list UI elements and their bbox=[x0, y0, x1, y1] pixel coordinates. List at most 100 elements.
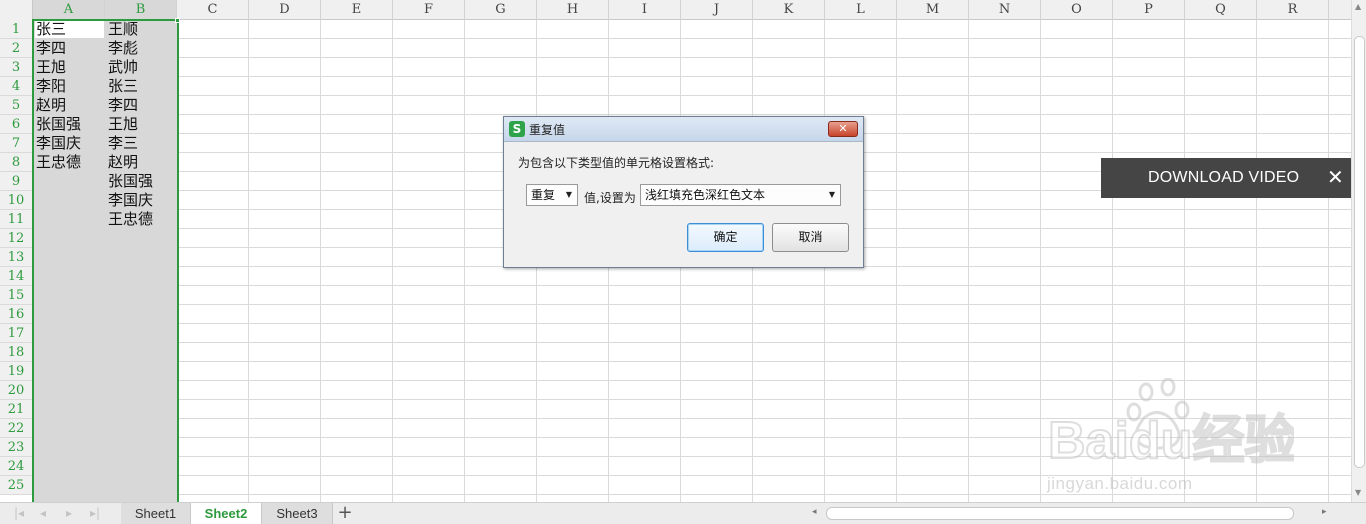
row-header-10[interactable]: 10 bbox=[0, 191, 33, 210]
cell-b9[interactable]: 张国强 bbox=[105, 172, 175, 191]
cell-b11[interactable]: 王忠德 bbox=[105, 210, 175, 229]
tab-sheet2[interactable]: Sheet2 bbox=[191, 503, 262, 524]
first-sheet-icon[interactable]: |◂ bbox=[14, 506, 24, 520]
cell-b10[interactable]: 李国庆 bbox=[105, 191, 175, 210]
cell-b3[interactable]: 武帅 bbox=[105, 58, 175, 77]
row-header-15[interactable]: 15 bbox=[0, 286, 33, 305]
row-header-22[interactable]: 22 bbox=[0, 419, 33, 438]
row-header-21[interactable]: 21 bbox=[0, 400, 33, 419]
tab-sheet1[interactable]: Sheet1 bbox=[121, 503, 191, 524]
cell-a1[interactable]: 张三 bbox=[33, 20, 103, 39]
sheet-tab-bar: |◂ ◂ ▸ ▸| Sheet1 Sheet2 Sheet3 + ◂ ▸ bbox=[0, 502, 1366, 524]
row-header-9[interactable]: 9 bbox=[0, 172, 33, 191]
prev-sheet-icon[interactable]: ◂ bbox=[40, 506, 46, 520]
cell-a6[interactable]: 张国强 bbox=[33, 115, 103, 134]
close-icon[interactable]: ✕ bbox=[1327, 166, 1344, 188]
column-header-m[interactable]: M bbox=[897, 0, 969, 20]
cell-a7[interactable]: 李国庆 bbox=[33, 134, 103, 153]
value-type-dropdown[interactable]: 重复 ▼ bbox=[526, 184, 578, 206]
cell-b7[interactable]: 李三 bbox=[105, 134, 175, 153]
row-gridline bbox=[33, 304, 1351, 305]
baidu-logo: Baidu经验 bbox=[1047, 377, 1297, 471]
row-header-16[interactable]: 16 bbox=[0, 305, 33, 324]
column-header-p[interactable]: P bbox=[1113, 0, 1185, 20]
row-header-13[interactable]: 13 bbox=[0, 248, 33, 267]
row-header-7[interactable]: 7 bbox=[0, 134, 33, 153]
row-header-14[interactable]: 14 bbox=[0, 267, 33, 286]
row-header-5[interactable]: 5 bbox=[0, 96, 33, 115]
column-header-k[interactable]: K bbox=[753, 0, 825, 20]
column-header-q[interactable]: Q bbox=[1185, 0, 1257, 20]
row-header-19[interactable]: 19 bbox=[0, 362, 33, 381]
row-gridline bbox=[33, 285, 1351, 286]
add-sheet-button[interactable]: + bbox=[337, 504, 353, 522]
row-header-25[interactable]: 25 bbox=[0, 476, 33, 495]
column-header-a[interactable]: A bbox=[33, 0, 105, 20]
column-header-h[interactable]: H bbox=[537, 0, 609, 20]
tab-sheet3[interactable]: Sheet3 bbox=[262, 503, 333, 524]
column-header-c[interactable]: C bbox=[177, 0, 249, 20]
cell-b4[interactable]: 张三 bbox=[105, 77, 175, 96]
column-gridline bbox=[464, 20, 465, 502]
horizontal-scrollbar[interactable]: ◂ ▸ bbox=[808, 506, 1338, 521]
column-header-d[interactable]: D bbox=[249, 0, 321, 20]
column-header-b[interactable]: B bbox=[105, 0, 177, 20]
dialog-close-button[interactable]: ✕ bbox=[828, 121, 858, 137]
dialog-title: 重复值 bbox=[529, 123, 566, 137]
dialog-title-bar[interactable]: S 重复值 ✕ bbox=[504, 117, 863, 142]
column-header-l[interactable]: L bbox=[825, 0, 897, 20]
cell-b8[interactable]: 赵明 bbox=[105, 153, 175, 172]
row-gridline bbox=[33, 114, 1351, 115]
cancel-button[interactable]: 取消 bbox=[772, 223, 849, 252]
vertical-scroll-thumb[interactable] bbox=[1354, 36, 1365, 468]
row-header-12[interactable]: 12 bbox=[0, 229, 33, 248]
ok-button[interactable]: 确定 bbox=[687, 223, 764, 252]
cell-a4[interactable]: 李阳 bbox=[33, 77, 103, 96]
column-gridline bbox=[392, 20, 393, 502]
format-dropdown[interactable]: 浅红填充色深红色文本 ▼ bbox=[640, 184, 841, 206]
column-gridline bbox=[248, 20, 249, 502]
download-video-label[interactable]: DOWNLOAD VIDEO bbox=[1148, 169, 1299, 187]
row-header-17[interactable]: 17 bbox=[0, 324, 33, 343]
row-header-6[interactable]: 6 bbox=[0, 115, 33, 134]
column-header-i[interactable]: I bbox=[609, 0, 681, 20]
column-header-o[interactable]: O bbox=[1041, 0, 1113, 20]
row-header-24[interactable]: 24 bbox=[0, 457, 33, 476]
column-header-n[interactable]: N bbox=[969, 0, 1041, 20]
row-header-3[interactable]: 3 bbox=[0, 58, 33, 77]
row-header-1[interactable]: 1 bbox=[0, 20, 33, 39]
fill-handle[interactable] bbox=[175, 18, 180, 23]
cell-b1[interactable]: 王顺 bbox=[105, 20, 175, 39]
cell-b2[interactable]: 李彪 bbox=[105, 39, 175, 58]
column-gridline bbox=[896, 20, 897, 502]
next-sheet-icon[interactable]: ▸ bbox=[66, 506, 72, 520]
row-header-4[interactable]: 4 bbox=[0, 77, 33, 96]
scroll-up-icon[interactable]: ▲ bbox=[1355, 2, 1361, 11]
row-gridline bbox=[33, 38, 1351, 39]
row-header-8[interactable]: 8 bbox=[0, 153, 33, 172]
row-header-18[interactable]: 18 bbox=[0, 343, 33, 362]
row-header-11[interactable]: 11 bbox=[0, 210, 33, 229]
column-header-f[interactable]: F bbox=[393, 0, 465, 20]
select-all-corner[interactable] bbox=[0, 0, 33, 20]
cell-a2[interactable]: 李四 bbox=[33, 39, 103, 58]
cell-b5[interactable]: 李四 bbox=[105, 96, 175, 115]
cell-b6[interactable]: 王旭 bbox=[105, 115, 175, 134]
row-header-20[interactable]: 20 bbox=[0, 381, 33, 400]
cell-a3[interactable]: 王旭 bbox=[33, 58, 103, 77]
column-header-j[interactable]: J bbox=[681, 0, 753, 20]
cell-a8[interactable]: 王忠德 bbox=[33, 153, 103, 172]
horizontal-scroll-thumb[interactable] bbox=[826, 507, 1294, 520]
last-sheet-icon[interactable]: ▸| bbox=[90, 506, 100, 520]
row-header-23[interactable]: 23 bbox=[0, 438, 33, 457]
scroll-right-icon[interactable]: ▸ bbox=[1322, 507, 1327, 517]
column-header-e[interactable]: E bbox=[321, 0, 393, 20]
cell-a5[interactable]: 赵明 bbox=[33, 96, 103, 115]
row-header-2[interactable]: 2 bbox=[0, 39, 33, 58]
vertical-scrollbar[interactable]: ▲ ▼ bbox=[1351, 0, 1366, 502]
download-video-banner[interactable]: DOWNLOAD VIDEO ✕ bbox=[1101, 158, 1351, 198]
scroll-down-icon[interactable]: ▼ bbox=[1355, 488, 1361, 497]
column-header-r[interactable]: R bbox=[1257, 0, 1329, 20]
column-header-g[interactable]: G bbox=[465, 0, 537, 20]
scroll-left-icon[interactable]: ◂ bbox=[812, 507, 817, 517]
